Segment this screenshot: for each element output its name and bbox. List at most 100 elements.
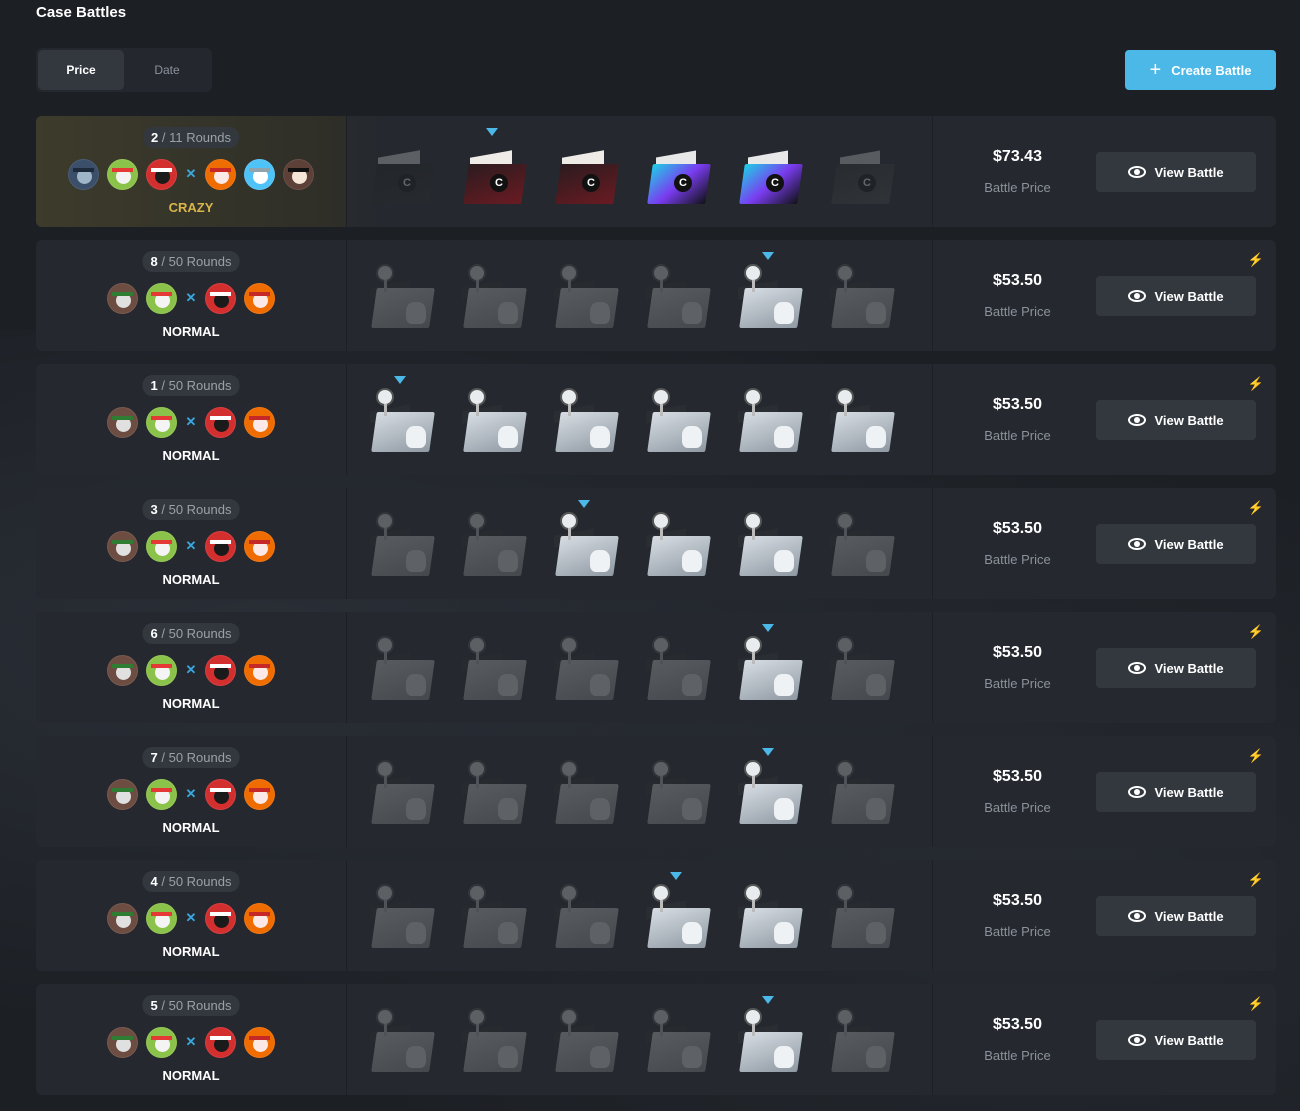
versus-icon: ✕: [185, 662, 197, 677]
battle-row[interactable]: 3 / 50 Rounds ✕ NORMAL $53.50 Battle Price Vi…: [36, 488, 1276, 599]
case-image: [458, 876, 530, 956]
total-rounds: / 50 Rounds: [161, 750, 232, 765]
case-list: [366, 984, 926, 1095]
avatar-ninja[interactable]: [205, 406, 236, 438]
battle-list: 2 / 11 Rounds ✕ CRAZY C C C C C C $73.43 Battle Pr…: [36, 116, 1276, 1108]
view-battle-button[interactable]: View Battle: [1096, 648, 1256, 688]
price-value: $53.50: [993, 892, 1042, 909]
total-rounds: / 11 Rounds: [161, 130, 231, 145]
case-list: [366, 240, 926, 351]
case-image: [550, 628, 622, 708]
price-value: $53.50: [993, 272, 1042, 289]
avatar-soldier[interactable]: [68, 158, 99, 190]
price-value: $53.50: [993, 520, 1042, 537]
case-image: [642, 871, 714, 956]
price-label: Battle Price: [984, 552, 1051, 567]
total-rounds: / 50 Rounds: [161, 254, 232, 269]
avatar-rasta[interactable]: [146, 530, 177, 562]
rounds-badge: 8 / 50 Rounds: [142, 251, 240, 272]
avatar-fox[interactable]: [244, 1026, 275, 1058]
avatar-fox[interactable]: [244, 778, 275, 810]
avatar-joker[interactable]: [107, 406, 138, 438]
avatar-fox[interactable]: [205, 158, 236, 190]
battle-row[interactable]: 7 / 50 Rounds ✕ NORMAL $53.50 Battle Price Vi…: [36, 736, 1276, 847]
avatar-rasta[interactable]: [146, 902, 177, 934]
avatar-sunglasses[interactable]: [283, 158, 314, 190]
battle-info: 7 / 50 Rounds ✕ NORMAL: [36, 736, 347, 847]
versus-icon: ✕: [185, 538, 197, 553]
avatar-fox[interactable]: [244, 406, 275, 438]
avatar-rasta[interactable]: [146, 282, 177, 314]
avatar-ninja[interactable]: [205, 654, 236, 686]
view-battle-button[interactable]: View Battle: [1096, 276, 1256, 316]
case-image: [366, 628, 438, 708]
avatar-ninja[interactable]: [146, 158, 177, 190]
eye-icon: [1128, 786, 1147, 798]
view-battle-button[interactable]: View Battle: [1096, 772, 1256, 812]
avatar-joker[interactable]: [107, 902, 138, 934]
case-image: [734, 747, 806, 832]
view-battle-button[interactable]: View Battle: [1096, 152, 1256, 192]
battle-row[interactable]: 8 / 50 Rounds ✕ NORMAL $53.50 Battle Price Vi…: [36, 240, 1276, 351]
case-image: [458, 1000, 530, 1080]
avatar-joker[interactable]: [107, 654, 138, 686]
avatar-rasta[interactable]: [146, 778, 177, 810]
avatar-ninja[interactable]: [205, 1026, 236, 1058]
avatar-joker[interactable]: [107, 778, 138, 810]
battle-row[interactable]: 4 / 50 Rounds ✕ NORMAL $53.50 Battle Price Vi…: [36, 860, 1276, 971]
rounds-badge: 1 / 50 Rounds: [142, 375, 240, 396]
case-image: [458, 752, 530, 832]
avatar-fox[interactable]: [244, 282, 275, 314]
fast-mode-icon: ⚡: [1247, 376, 1264, 391]
battle-row[interactable]: 5 / 50 Rounds ✕ NORMAL $53.50 Battle Price Vi…: [36, 984, 1276, 1095]
battle-info: 5 / 50 Rounds ✕ NORMAL: [36, 984, 347, 1095]
versus-icon: ✕: [185, 1034, 197, 1049]
view-battle-button[interactable]: View Battle: [1096, 524, 1256, 564]
battle-row[interactable]: 2 / 11 Rounds ✕ CRAZY C C C C C C $73.43 Battle Pr…: [36, 116, 1276, 227]
sort-date-button[interactable]: Date: [124, 50, 210, 90]
eye-icon: [1128, 538, 1147, 550]
battle-mode: NORMAL: [162, 944, 220, 959]
avatar-ninja[interactable]: [205, 902, 236, 934]
avatar-joker[interactable]: [107, 282, 138, 314]
battle-row[interactable]: 1 / 50 Rounds ✕ NORMAL $53.50 Battle Price Vi…: [36, 364, 1276, 475]
avatar-rasta[interactable]: [107, 158, 138, 190]
avatar-joker[interactable]: [107, 1026, 138, 1058]
case-list: [366, 736, 926, 847]
eye-icon: [1128, 910, 1147, 922]
view-battle-label: View Battle: [1154, 412, 1224, 428]
fast-mode-icon: ⚡: [1247, 252, 1264, 267]
avatar-ninja[interactable]: [205, 282, 236, 314]
avatar-joker[interactable]: [107, 530, 138, 562]
create-battle-button[interactable]: + Create Battle: [1125, 50, 1276, 90]
case-image: [366, 1000, 438, 1080]
sort-price-button[interactable]: Price: [38, 50, 124, 90]
case-list: [366, 488, 926, 599]
avatar-ninja[interactable]: [205, 778, 236, 810]
current-round: 6: [150, 626, 158, 641]
avatar-fox[interactable]: [244, 902, 275, 934]
case-image: [734, 380, 806, 460]
avatar-rasta[interactable]: [146, 406, 177, 438]
price-label: Battle Price: [984, 800, 1051, 815]
avatar-rasta[interactable]: [146, 654, 177, 686]
case-list: [366, 860, 926, 971]
players: ✕: [36, 282, 346, 314]
battle-row[interactable]: 6 / 50 Rounds ✕ NORMAL $53.50 Battle Price Vi…: [36, 612, 1276, 723]
avatar-ninja[interactable]: [205, 530, 236, 562]
current-round: 8: [150, 254, 158, 269]
current-round: 1: [150, 378, 158, 393]
avatar-rasta[interactable]: [146, 1026, 177, 1058]
view-battle-button[interactable]: View Battle: [1096, 1020, 1256, 1060]
battle-mode: NORMAL: [162, 572, 220, 587]
total-rounds: / 50 Rounds: [161, 626, 232, 641]
avatar-fox[interactable]: [244, 530, 275, 562]
avatar-snowman[interactable]: [244, 158, 275, 190]
case-list: [366, 364, 926, 475]
current-case-marker: [578, 499, 590, 508]
case-image: [642, 752, 714, 832]
case-list: CCCCCC: [366, 116, 926, 227]
view-battle-button[interactable]: View Battle: [1096, 400, 1256, 440]
avatar-fox[interactable]: [244, 654, 275, 686]
view-battle-button[interactable]: View Battle: [1096, 896, 1256, 936]
